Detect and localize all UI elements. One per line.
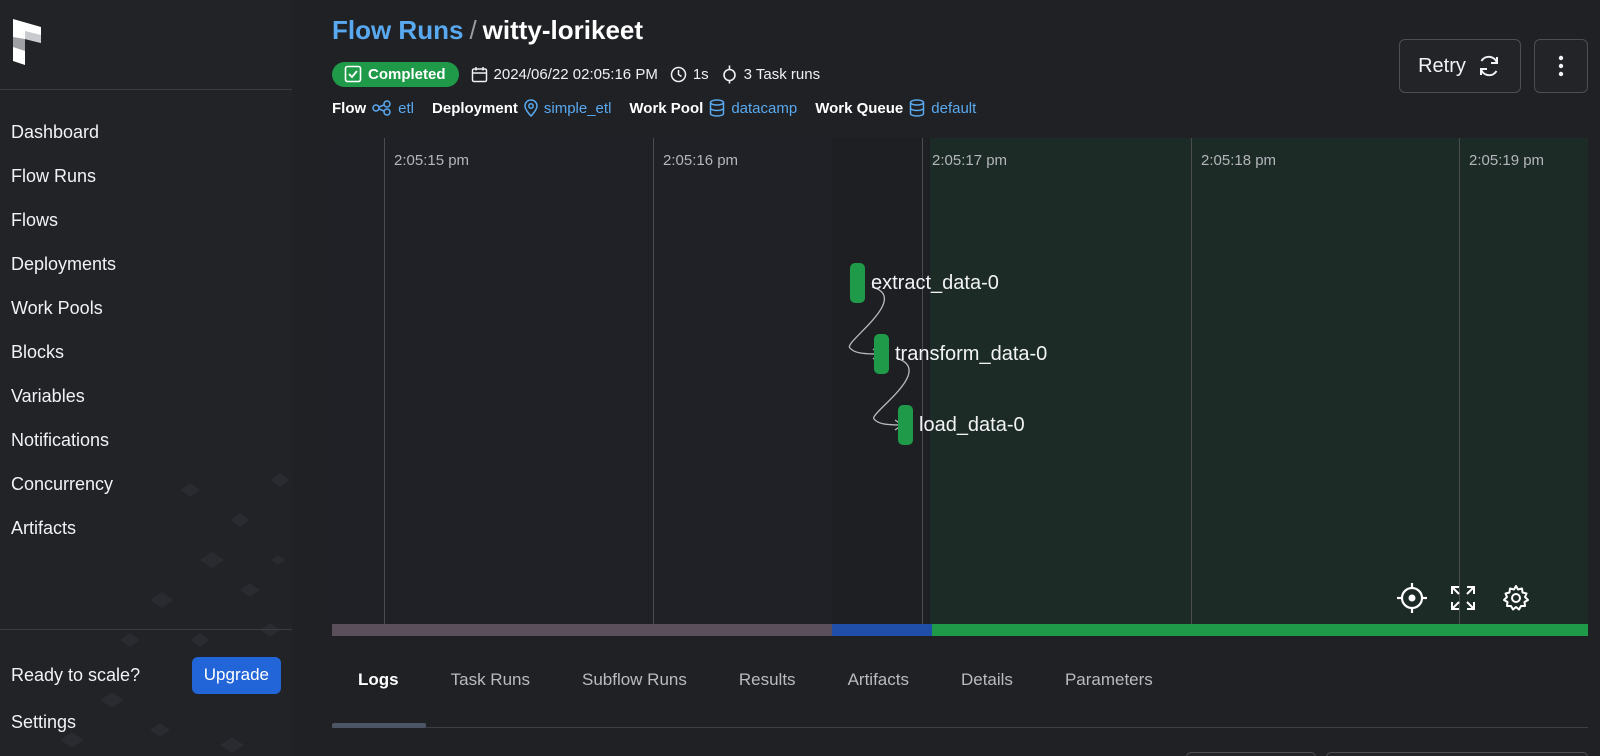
tab-details[interactable]: Details <box>961 668 1013 692</box>
work-queue-info: Work Queue default <box>815 99 976 117</box>
sidebar-item-flows[interactable]: Flows <box>0 198 292 242</box>
task-run-bar[interactable] <box>898 405 913 445</box>
deployment-label: Deployment <box>432 99 518 117</box>
sidebar-item-deployments[interactable]: Deployments <box>0 242 292 286</box>
active-tab-indicator <box>332 723 426 728</box>
deployment-info: Deployment simple_etl <box>432 99 611 117</box>
database-icon <box>910 99 925 117</box>
sidebar-nav: Dashboard Flow Runs Flows Deployments Wo… <box>0 110 292 550</box>
run-meta-row: Completed 2024/06/22 02:05:16 PM 1s 3 Ta… <box>332 61 820 87</box>
work-pool-info: Work Pool datacamp <box>629 99 797 117</box>
location-pin-icon <box>524 99 538 117</box>
run-duration-text: 1s <box>692 65 709 83</box>
run-detail-tabs: Logs Task Runs Subflow Runs Results Arti… <box>332 668 1588 728</box>
tab-subflow-runs[interactable]: Subflow Runs <box>582 668 687 692</box>
database-icon <box>710 99 725 117</box>
work-pool-label: Work Pool <box>629 99 704 117</box>
work-queue-label: Work Queue <box>815 99 904 117</box>
task-run-bar[interactable] <box>874 334 889 374</box>
fullscreen-button[interactable] <box>1447 582 1479 614</box>
vertical-dots-icon <box>1558 55 1564 77</box>
task-dependency-arrows <box>848 286 910 431</box>
sidebar-item-concurrency[interactable]: Concurrency <box>0 462 292 506</box>
tab-logs[interactable]: Logs <box>358 668 399 692</box>
page-title: witty-lorikeet <box>482 15 644 45</box>
sidebar-item-settings[interactable]: Settings <box>11 712 76 733</box>
sidebar-divider-top <box>0 89 292 90</box>
upgrade-prompt: Ready to scale? Upgrade <box>11 656 281 694</box>
task-run-label: extract_data-0 <box>871 271 999 294</box>
deployment-link[interactable]: simple_etl <box>544 100 612 117</box>
prefect-logo-icon[interactable] <box>11 17 43 67</box>
more-actions-button[interactable] <box>1534 39 1588 93</box>
flow-run-timeline[interactable]: 2:05:15 pm 2:05:16 pm 2:05:17 pm 2:05:18… <box>332 138 1588 636</box>
clock-icon <box>670 66 687 82</box>
task-run-node[interactable]: transform_data-0 <box>874 334 1047 374</box>
task-run-label: transform_data-0 <box>895 342 1048 365</box>
task-run-node[interactable]: load_data-0 <box>898 405 1025 445</box>
run-state-bar <box>332 624 1588 636</box>
crosshair-icon <box>1397 583 1427 613</box>
sidebar-item-artifacts[interactable]: Artifacts <box>0 506 292 550</box>
sidebar-divider-bottom <box>0 629 292 630</box>
run-state-segment-completed <box>932 624 1588 636</box>
sidebar-item-variables[interactable]: Variables <box>0 374 292 418</box>
flow-label: Flow <box>332 99 367 117</box>
recenter-button[interactable] <box>1396 582 1428 614</box>
breadcrumb-separator: / <box>469 15 477 45</box>
expand-icon <box>1451 586 1475 610</box>
task-node-icon <box>722 65 736 83</box>
retry-button-label: Retry <box>1418 54 1466 77</box>
status-badge-label: Completed <box>368 65 446 83</box>
status-badge: Completed <box>332 61 459 87</box>
flow-link[interactable]: etl <box>398 100 414 117</box>
tabs-divider <box>332 727 1588 728</box>
run-start-time-text: 2024/06/22 02:05:16 PM <box>493 65 658 83</box>
gear-icon <box>1503 585 1529 611</box>
run-duration: 1s <box>670 66 709 83</box>
sidebar-item-work-pools[interactable]: Work Pools <box>0 286 292 330</box>
sidebar-item-blocks[interactable]: Blocks <box>0 330 292 374</box>
run-state-segment-running <box>832 624 932 636</box>
refresh-icon <box>1479 55 1498 77</box>
tab-artifacts[interactable]: Artifacts <box>848 668 909 692</box>
breadcrumb-flow-runs-link[interactable]: Flow Runs <box>332 15 463 45</box>
log-level-select[interactable] <box>1326 752 1588 756</box>
retry-button[interactable]: Retry <box>1399 39 1521 93</box>
work-queue-link[interactable]: default <box>931 100 976 117</box>
upgrade-prompt-text: Ready to scale? <box>11 664 141 685</box>
sidebar-item-notifications[interactable]: Notifications <box>0 418 292 462</box>
tab-results[interactable]: Results <box>739 668 796 692</box>
task-run-node[interactable]: extract_data-0 <box>850 263 999 303</box>
breadcrumb: Flow Runs / witty-lorikeet <box>332 15 643 46</box>
run-state-segment-pending <box>332 624 832 636</box>
task-runs-count-text: 3 Task runs <box>743 65 821 83</box>
work-pool-link[interactable]: datacamp <box>731 100 797 117</box>
tab-parameters[interactable]: Parameters <box>1065 668 1153 692</box>
timeline-settings-button[interactable] <box>1500 582 1532 614</box>
sidebar-item-flow-runs[interactable]: Flow Runs <box>0 154 292 198</box>
tab-task-runs[interactable]: Task Runs <box>451 668 530 692</box>
run-info-row: Flow etl Deployment simple_etl Work Pool… <box>332 97 976 119</box>
sidebar-item-dashboard[interactable]: Dashboard <box>0 110 292 154</box>
flow-icon <box>372 100 391 116</box>
sidebar: Dashboard Flow Runs Flows Deployments Wo… <box>0 0 292 756</box>
run-start-time: 2024/06/22 02:05:16 PM <box>471 66 658 83</box>
flow-info: Flow etl <box>332 100 414 117</box>
calendar-icon <box>471 66 487 82</box>
check-square-icon <box>344 65 362 83</box>
log-filter-control[interactable] <box>1186 752 1316 756</box>
task-runs-count: 3 Task runs <box>721 65 820 84</box>
task-run-bar[interactable] <box>850 263 865 303</box>
task-run-label: load_data-0 <box>919 413 1025 436</box>
upgrade-button[interactable]: Upgrade <box>191 656 281 694</box>
